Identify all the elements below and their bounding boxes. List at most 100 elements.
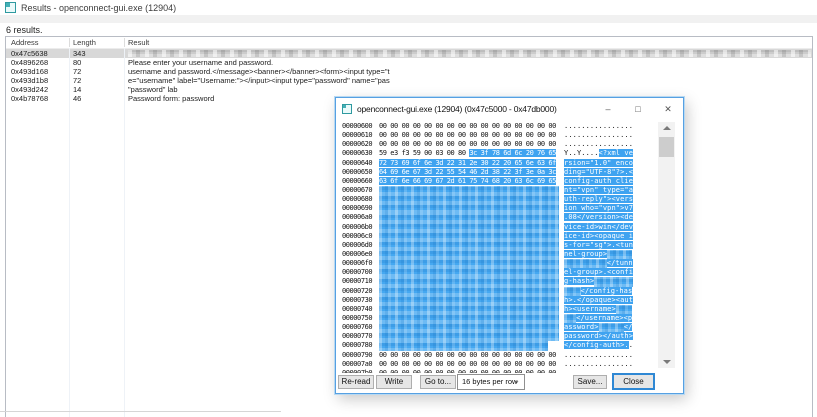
hex-bytes: [379, 213, 560, 222]
close-icon[interactable]: ✕: [653, 98, 683, 120]
hex-row[interactable]: 0000065064 69 6e 67 3d 22 55 54 46 2d 38…: [342, 168, 642, 177]
goto-button[interactable]: Go to...: [420, 375, 456, 389]
hex-row[interactable]: 0000061000 00 00 00 00 00 00 00 00 00 00…: [342, 131, 642, 140]
hex-row[interactable]: 0000066063 6f 6e 66 69 67 2d 61 75 74 68…: [342, 177, 642, 186]
save-button[interactable]: Save...: [573, 375, 607, 389]
hex-row[interactable]: 000006b0vice-id>win</dev: [342, 223, 642, 232]
hex-row[interactable]: 0000062000 00 00 00 00 00 00 00 00 00 00…: [342, 140, 642, 149]
table-cell: 0x4896268: [11, 58, 69, 67]
ascii-column: password></auth>: [564, 332, 634, 341]
hex-offset: 000006c0: [342, 232, 375, 241]
results-count-label: 6 results.: [6, 25, 43, 35]
hex-bytes: [379, 323, 560, 332]
hex-row[interactable]: 00000690ion who="vpn">v7: [342, 204, 642, 213]
hex-row[interactable]: 00000680uth-reply"><vers: [342, 195, 642, 204]
ascii-column: </config-has: [564, 287, 634, 296]
scroll-down-icon[interactable]: [658, 356, 675, 368]
hex-row[interactable]: 0000064072 73 69 6f 6e 3d 22 31 2e 30 22…: [342, 159, 642, 168]
hex-row[interactable]: 000007a000 00 00 00 00 00 00 00 00 00 00…: [342, 360, 642, 369]
table-row[interactable]: 0x493d1b872e="username" label="Username:…: [6, 76, 812, 85]
redacted-bytes: [379, 241, 559, 250]
write-button[interactable]: Write: [376, 375, 412, 389]
hex-row[interactable]: 00000780</config-auth>..: [342, 341, 642, 350]
table-cell: 343: [73, 49, 123, 58]
app-icon: [5, 2, 16, 13]
ascii-column: ................: [564, 360, 634, 369]
hex-row[interactable]: 000006c0ice-id><opaque i: [342, 232, 642, 241]
hex-bytes: [379, 195, 560, 204]
hex-bytes: 00 00 00 00 00 00 00 00 00 00 00 00 00 0…: [379, 122, 560, 131]
column-separator[interactable]: [69, 38, 70, 47]
hex-offset: 00000630: [342, 149, 375, 158]
redacted-bytes: [599, 323, 624, 332]
table-cell: e="username" label="Username:"></input><…: [128, 76, 811, 85]
table-cell: 0x4b78768: [11, 94, 69, 103]
hex-row[interactable]: 00000730h>.</opaque><aut: [342, 296, 642, 305]
hex-offset: 000007a0: [342, 360, 375, 369]
chevron-down-icon: ⌄: [513, 374, 520, 388]
hex-bytes: [379, 277, 560, 286]
column-header-address[interactable]: Address: [11, 38, 39, 47]
hex-bytes: [379, 250, 560, 259]
hex-bytes: [379, 186, 560, 195]
redacted-result: [128, 50, 811, 57]
dialog-titlebar[interactable]: openconnect-gui.exe (12904) (0x47c5000 -…: [336, 98, 683, 120]
hex-row[interactable]: 00000700el-group>.<confi: [342, 268, 642, 277]
bytes-per-row-select[interactable]: 16 bytes per row ⌄: [457, 374, 525, 390]
results-rows: 0x47c56383430x489626880Please enter your…: [6, 49, 812, 103]
redacted-bytes: [379, 250, 559, 259]
hex-row[interactable]: 00000630 59 e3 f3 59 00 03 00 80 3c 3f 78…: [342, 149, 642, 158]
hex-offset: 00000640: [342, 159, 375, 168]
ascii-column: </username><p: [564, 314, 634, 323]
hex-viewer[interactable]: 0000060000 00 00 00 00 00 00 00 00 00 00…: [342, 122, 642, 373]
hex-row[interactable]: 00000750 </username><p: [342, 314, 642, 323]
maximize-icon[interactable]: □: [623, 98, 653, 120]
table-cell: 72: [73, 76, 123, 85]
table-row[interactable]: 0x493d24214"password" lab: [6, 85, 812, 94]
ascii-column: ................: [564, 122, 634, 131]
hex-offset: 00000750: [342, 314, 375, 323]
column-header-length[interactable]: Length: [73, 38, 96, 47]
hex-row[interactable]: 000006a0.08</version><de: [342, 213, 642, 222]
ascii-column: Y..Y....<?xml ve: [564, 149, 634, 158]
ascii-column: config-auth clie: [564, 177, 634, 186]
table-row[interactable]: 0x47c5638343: [6, 49, 812, 58]
hex-row[interactable]: 0000079000 00 00 00 00 00 00 00 00 00 00…: [342, 351, 642, 360]
hex-row[interactable]: 0000060000 00 00 00 00 00 00 00 00 00 00…: [342, 122, 642, 131]
ascii-column: .08</version><de: [564, 213, 634, 222]
table-cell: username and password.</message><banner>…: [128, 67, 811, 76]
minimize-icon[interactable]: –: [593, 98, 623, 120]
hex-row[interactable]: 00000770password></auth>: [342, 332, 642, 341]
main-window-title: Results - openconnect-gui.exe (12904): [21, 3, 176, 13]
reread-button[interactable]: Re-read: [338, 375, 374, 389]
redacted-bytes: [379, 332, 559, 341]
hex-row[interactable]: 000007b000 00 00 00 00 00 00 00 00 00 00…: [342, 369, 642, 373]
hex-row[interactable]: 00000670nt="vpn" type="a: [342, 186, 642, 195]
scrollbar-thumb[interactable]: [659, 137, 674, 157]
close-button[interactable]: Close: [612, 373, 655, 390]
table-cell: 80: [73, 58, 123, 67]
hex-row[interactable]: 000006d0s-for="sg">.<tun: [342, 241, 642, 250]
hex-row[interactable]: 000006e0nel-group>: [342, 250, 642, 259]
hex-offset: 00000760: [342, 323, 375, 332]
redacted-bytes: [379, 232, 559, 241]
hex-bytes: [379, 296, 560, 305]
vertical-scrollbar[interactable]: [658, 122, 675, 368]
ascii-column: ................: [564, 140, 634, 149]
scroll-up-icon[interactable]: [658, 122, 675, 134]
column-separator[interactable]: [124, 38, 125, 47]
hex-row[interactable]: 00000760assword></: [342, 323, 642, 332]
table-row[interactable]: 0x493d16872username and password.</messa…: [6, 67, 812, 76]
table-row[interactable]: 0x489626880Please enter your username an…: [6, 58, 812, 67]
column-header-result[interactable]: Result: [128, 38, 149, 47]
hex-row[interactable]: 00000720</config-has: [342, 287, 642, 296]
redacted-bytes: [594, 277, 632, 286]
redacted-bytes: [379, 305, 559, 314]
hex-bytes: [379, 204, 560, 213]
redacted-bytes: [564, 259, 607, 268]
hex-row[interactable]: 00000710g-hash>: [342, 277, 642, 286]
hex-bytes: 59 e3 f3 59 00 03 00 80 3c 3f 78 6d 6c 2…: [379, 149, 560, 158]
hex-row[interactable]: 00000740h><username>: [342, 305, 642, 314]
hex-row[interactable]: 000006f0</tunn: [342, 259, 642, 268]
hex-bytes: 63 6f 6e 66 69 67 2d 61 75 74 68 20 63 6…: [379, 177, 560, 186]
